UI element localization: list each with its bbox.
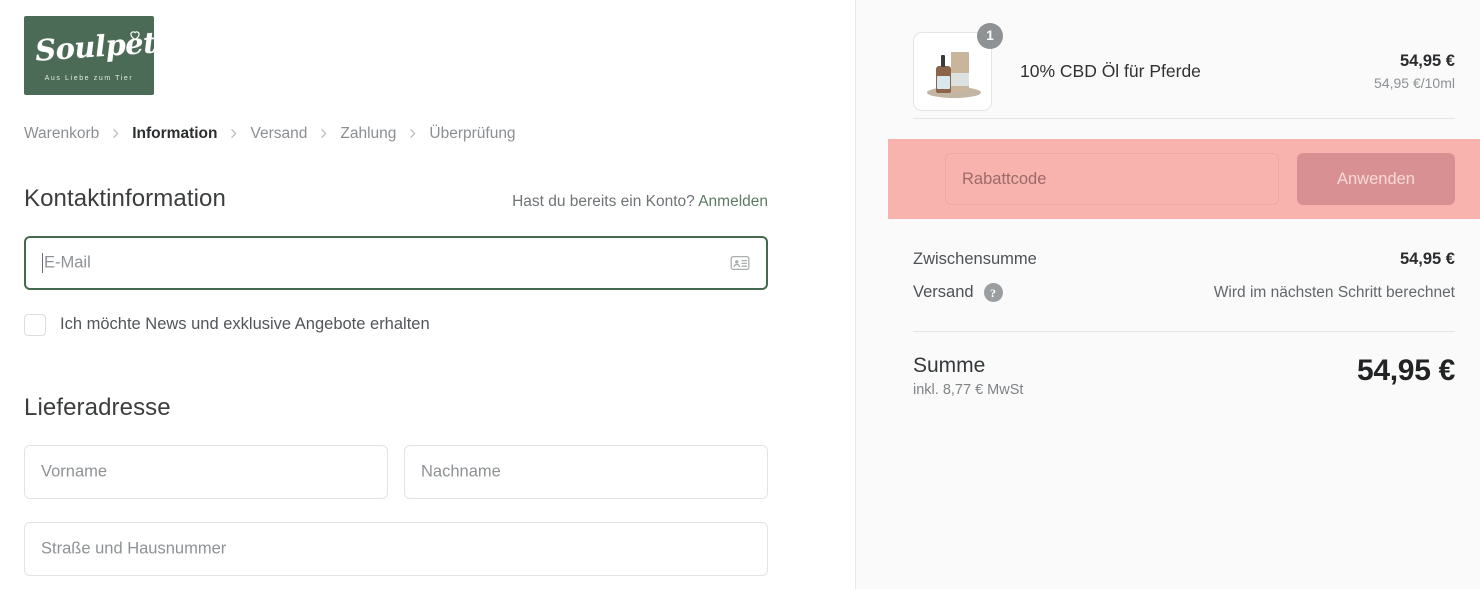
street-address-field[interactable]: Straße und Hausnummer bbox=[24, 521, 768, 576]
question-mark-icon[interactable]: ? bbox=[983, 283, 1003, 302]
heart-icon bbox=[128, 28, 142, 42]
summary-divider-top bbox=[913, 118, 1455, 119]
summary-divider-bottom bbox=[913, 331, 1455, 332]
grand-total-value: 54,95 € bbox=[1357, 354, 1455, 387]
first-name-placeholder: Vorname bbox=[41, 462, 108, 480]
contact-section-header: Kontaktinformation Hast du bereits ein K… bbox=[24, 185, 768, 213]
checkout-form-column: Soulpets Aus Liebe zum Tier Warenkorb In… bbox=[0, 0, 855, 589]
discount-code-input[interactable]: Rabattcode bbox=[945, 153, 1279, 205]
last-name-field[interactable]: Nachname bbox=[404, 444, 768, 499]
shipping-value: Wird im nächsten Schritt berechnet bbox=[1213, 283, 1455, 301]
breadcrumb-item-ueberpruefung[interactable]: Überprüfung bbox=[429, 126, 515, 142]
breadcrumb-item-information[interactable]: Information bbox=[132, 126, 217, 142]
subtotal-row: Zwischensumme 54,95 € bbox=[913, 243, 1455, 276]
shipping-address-title: Lieferadresse bbox=[24, 393, 171, 421]
newsletter-checkbox[interactable] bbox=[24, 313, 46, 336]
chevron-right-icon bbox=[406, 127, 419, 140]
chevron-right-icon bbox=[317, 127, 330, 140]
product-thumbnail-wrap: 1 bbox=[913, 22, 1003, 111]
order-summary-column: 1 10% CBD Öl für Pferde 54,95 € 54,95 €/… bbox=[855, 0, 1480, 589]
order-summary-content: 1 10% CBD Öl für Pferde 54,95 € 54,95 €/… bbox=[856, 0, 1480, 398]
name-fields-row: Vorname Nachname bbox=[24, 422, 768, 499]
newsletter-row[interactable]: Ich möchte News und exklusive Angebote e… bbox=[24, 313, 800, 336]
existing-account-text: Hast du bereits ein Konto? bbox=[512, 192, 695, 210]
shipping-label: Versand bbox=[913, 283, 974, 301]
chevron-right-icon bbox=[227, 127, 240, 140]
email-field[interactable]: E-Mail bbox=[24, 235, 768, 290]
product-unit-price: 54,95 €/10ml bbox=[1374, 74, 1455, 91]
breadcrumb-item-warenkorb[interactable]: Warenkorb bbox=[24, 126, 99, 142]
apply-discount-button[interactable]: Anwenden bbox=[1297, 153, 1455, 205]
breadcrumb-item-versand[interactable]: Versand bbox=[250, 126, 307, 142]
brand-logo-tagline: Aus Liebe zum Tier bbox=[44, 75, 134, 82]
shipping-label-group: Versand ? bbox=[913, 283, 1003, 302]
product-price: 54,95 € bbox=[1399, 52, 1455, 71]
email-placeholder: E-Mail bbox=[44, 253, 91, 271]
login-link[interactable]: Anmelden bbox=[698, 193, 768, 210]
first-name-field[interactable]: Vorname bbox=[24, 444, 388, 499]
grand-total-label: Summe bbox=[913, 354, 986, 377]
existing-account-prompt: Hast du bereits ein Konto? Anmelden bbox=[512, 193, 768, 211]
subtotal-value: 54,95 € bbox=[1399, 250, 1455, 268]
street-address-placeholder: Straße und Hausnummer bbox=[41, 539, 227, 557]
chevron-right-icon bbox=[109, 127, 122, 140]
discount-code-section: Rabattcode Anwenden bbox=[888, 139, 1480, 219]
product-bottle-shape bbox=[936, 65, 951, 93]
contact-card-icon[interactable] bbox=[730, 255, 750, 271]
brand-logo[interactable]: Soulpets Aus Liebe zum Tier bbox=[24, 16, 154, 95]
product-price-group: 54,95 € 54,95 €/10ml bbox=[1374, 51, 1455, 91]
order-line-item: 1 10% CBD Öl für Pferde 54,95 € 54,95 €/… bbox=[913, 0, 1455, 118]
product-box-shape bbox=[951, 51, 969, 92]
grand-total-label-group: Summe inkl. 8,77 € MwSt bbox=[913, 354, 1023, 398]
newsletter-label: Ich möchte News und exklusive Angebote e… bbox=[60, 315, 430, 333]
product-dropper-shape bbox=[941, 54, 945, 67]
contact-section-title: Kontaktinformation bbox=[24, 184, 226, 212]
totals-group: Zwischensumme 54,95 € Versand ? Wird im … bbox=[913, 243, 1455, 309]
checkout-page: Soulpets Aus Liebe zum Tier Warenkorb In… bbox=[0, 0, 1480, 589]
quantity-badge: 1 bbox=[977, 22, 1003, 49]
last-name-placeholder: Nachname bbox=[421, 462, 501, 480]
subtotal-label: Zwischensumme bbox=[913, 250, 1037, 268]
grand-total-tax-note: inkl. 8,77 € MwSt bbox=[913, 382, 1024, 399]
product-title: 10% CBD Öl für Pferde bbox=[1020, 60, 1201, 81]
discount-code-placeholder: Rabattcode bbox=[962, 169, 1047, 188]
form-content: Soulpets Aus Liebe zum Tier Warenkorb In… bbox=[0, 0, 800, 576]
grand-total-row: Summe inkl. 8,77 € MwSt 54,95 € bbox=[913, 354, 1455, 398]
text-caret bbox=[42, 252, 43, 273]
breadcrumb-item-zahlung[interactable]: Zahlung bbox=[340, 126, 396, 142]
breadcrumb: Warenkorb Information Versand Zahlung Üb… bbox=[24, 126, 800, 142]
shipping-row: Versand ? Wird im nächsten Schritt berec… bbox=[913, 276, 1455, 309]
